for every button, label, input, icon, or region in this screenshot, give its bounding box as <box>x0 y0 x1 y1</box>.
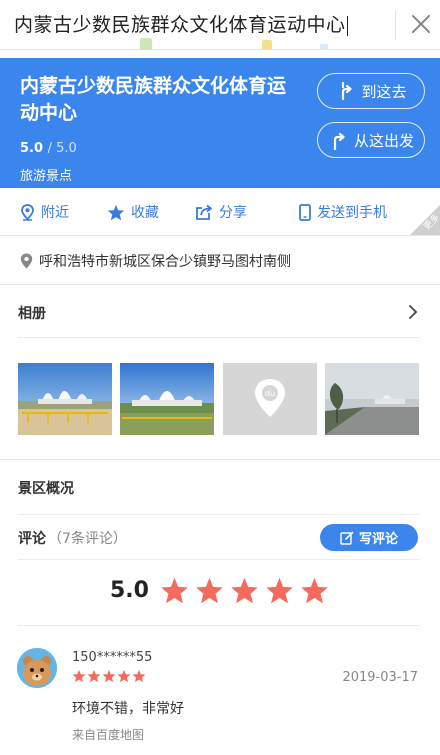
write-review-button[interactable]: 写评论 <box>320 524 418 551</box>
review-source: 来自百度地图 <box>72 728 145 742</box>
section-divider <box>0 459 440 460</box>
album-photo[interactable] <box>325 363 419 435</box>
star-icon <box>266 577 293 604</box>
avatar[interactable] <box>17 648 57 688</box>
overall-score: 5.0 <box>110 578 149 603</box>
route-icon <box>342 81 353 101</box>
review-date: 2019-03-17 <box>342 670 418 685</box>
phone-icon <box>299 203 311 221</box>
poi-header: 内蒙古少数民族群众文化体育运动中心 5.0 / 5.0 旅游景点 到这去 从这出… <box>0 58 440 188</box>
star-icon <box>161 577 188 604</box>
favorite-button[interactable]: 收藏 <box>107 188 159 236</box>
section-divider <box>18 559 420 560</box>
album-photo[interactable] <box>120 363 214 435</box>
address-text: 呼和浩特市新城区保合少镇野马图村南侧 <box>39 253 291 270</box>
album-header[interactable]: 相册 <box>18 286 420 338</box>
section-divider <box>18 625 420 626</box>
poi-category: 旅游景点 <box>20 169 73 184</box>
star-icon <box>87 669 101 683</box>
place-detail-page: 内蒙古少数民族群众文化体育运动中心 内蒙古少数民族群众文化体育运动中心 5.0 … <box>0 0 440 755</box>
star-icon <box>102 669 116 683</box>
star-icon <box>117 669 131 683</box>
star-icon <box>231 577 258 604</box>
edit-icon <box>340 531 354 545</box>
go-here-button[interactable]: 到这去 <box>317 73 425 109</box>
more-corner-tag[interactable]: 更多 <box>410 205 440 235</box>
nearby-button[interactable]: 附近 <box>20 188 69 236</box>
close-icon[interactable] <box>405 8 437 40</box>
address-row[interactable]: 呼和浩特市新城区保合少镇野马图村南侧 <box>0 237 440 285</box>
star-icon <box>196 577 223 604</box>
location-marker-icon <box>20 253 33 268</box>
svg-text:du: du <box>265 389 275 398</box>
share-button[interactable]: 分享 <box>195 188 247 236</box>
poi-name: 内蒙古少数民族群众文化体育运动中心 <box>20 75 287 124</box>
star-icon <box>72 669 86 683</box>
location-pin-icon <box>21 203 34 221</box>
send-to-phone-button[interactable]: 发送到手机 <box>299 188 387 236</box>
album-photo-placeholder[interactable]: du <box>223 363 317 435</box>
overview-title[interactable]: 景区概况 <box>18 478 74 498</box>
share-icon <box>196 204 212 220</box>
photo-strip: du <box>18 363 420 435</box>
search-input[interactable]: 内蒙古少数民族群众文化体育运动中心 <box>14 10 348 37</box>
star-icon <box>301 577 328 604</box>
search-bar: 内蒙古少数民族群众文化体育运动中心 <box>0 0 440 50</box>
review-username: 150******55 <box>72 650 153 665</box>
review-text: 环境不错，非常好 <box>72 701 184 717</box>
search-divider <box>395 10 396 40</box>
depart-from-button[interactable]: 从这出发 <box>317 122 425 158</box>
section-divider <box>18 514 420 515</box>
album-photo[interactable] <box>18 363 112 435</box>
album-title: 相册 <box>18 306 46 322</box>
reviews-title: 评论 （7条评论） <box>18 531 127 547</box>
star-icon <box>107 204 125 220</box>
star-icon <box>132 669 146 683</box>
chevron-right-icon <box>409 305 418 319</box>
depart-icon <box>333 132 345 150</box>
action-bar: 附近 收藏 分享 发送到手机 更多 <box>0 188 440 236</box>
poi-rating: 5.0 / 5.0 <box>20 141 77 156</box>
